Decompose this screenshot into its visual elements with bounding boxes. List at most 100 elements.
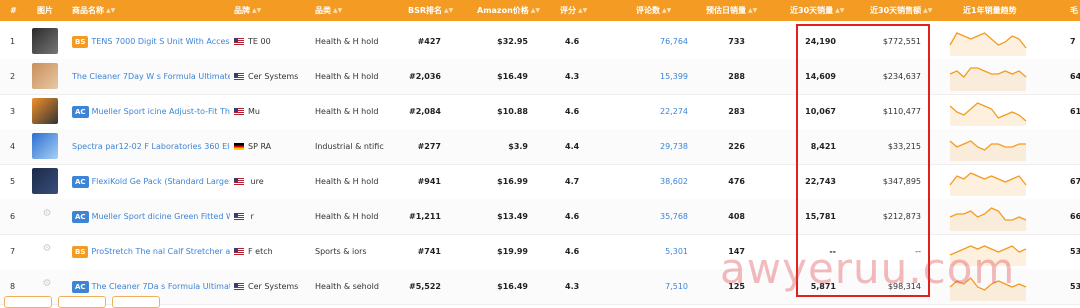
brand-name: SP RA bbox=[248, 142, 272, 151]
col-price-header[interactable]: Amazon价格 ▲▼ bbox=[477, 0, 540, 21]
sort-icon: ▲▼ bbox=[444, 7, 454, 14]
rating-cell: 4.3 bbox=[565, 282, 580, 291]
category-cell: Health & sehold bbox=[315, 282, 379, 291]
product-title-link[interactable]: ProStretch The nal Calf Stretcher and bbox=[91, 247, 230, 256]
sort-icon: ▲▼ bbox=[662, 7, 672, 14]
brand-name: TE 00 bbox=[248, 37, 271, 46]
trend-sparkline bbox=[949, 207, 1027, 231]
category-cell: Health & H hold bbox=[315, 107, 379, 116]
product-title-cell[interactable]: BS TENS 7000 Digit S Unit With Access bbox=[72, 24, 230, 59]
rating-cell: 4.6 bbox=[565, 107, 580, 116]
sort-icon: ▲▼ bbox=[748, 7, 758, 14]
row-index: 5 bbox=[10, 177, 16, 186]
amazon-choice-badge: AC bbox=[72, 280, 89, 293]
extra-cell: 53 bbox=[1070, 247, 1080, 256]
rating-cell: 4.6 bbox=[565, 247, 580, 256]
reviews-link[interactable]: 35,768 bbox=[620, 199, 688, 234]
product-title-cell[interactable]: AC FlexiKold Ge Pack (Standard Large: 1( bbox=[72, 164, 230, 199]
daily-sales-cell: 283 bbox=[728, 107, 745, 116]
daily-sales-cell: 288 bbox=[728, 72, 745, 81]
trend-area bbox=[950, 68, 1026, 91]
product-title-link[interactable]: The Cleaner 7Da s Formula Ultimate bbox=[92, 282, 230, 291]
trend-area bbox=[950, 173, 1026, 196]
extra-cell: 64 bbox=[1070, 72, 1080, 81]
product-title-link[interactable]: TENS 7000 Digit S Unit With Access bbox=[91, 37, 230, 46]
germany-flag-icon bbox=[234, 143, 244, 150]
sort-icon: ▲▼ bbox=[333, 7, 343, 14]
row-index: 2 bbox=[10, 72, 16, 81]
extra-cell: 7 bbox=[1070, 37, 1076, 46]
product-title-link[interactable]: Mueller Sport dicine Green Fitted Wrist bbox=[92, 212, 230, 221]
brand-cell: Cer Systems bbox=[234, 269, 310, 304]
product-title-cell[interactable]: Spectra par12-02 F Laboratories 360 Elec… bbox=[72, 129, 230, 164]
category-cell: Sports & iors bbox=[315, 247, 367, 256]
amazon-choice-badge: AC bbox=[72, 210, 89, 223]
reviews-link[interactable]: 7,510 bbox=[620, 269, 688, 304]
col-rating-header[interactable]: 评分 ▲▼ bbox=[560, 0, 587, 21]
col-daily-header[interactable]: 预估日销量 ▲▼ bbox=[706, 0, 757, 21]
reviews-link[interactable]: 22,274 bbox=[620, 94, 688, 129]
rating-cell: 4.7 bbox=[565, 177, 580, 186]
row-index: 7 bbox=[10, 247, 16, 256]
bsr-cell: #2,036 bbox=[408, 72, 441, 81]
sort-icon: ▲▼ bbox=[835, 7, 845, 14]
col-name-header[interactable]: 商品名称 ▲▼ bbox=[72, 0, 115, 21]
row-index: 1 bbox=[10, 37, 16, 46]
product-title-link[interactable]: Mueller Sport icine Adjust-to-Fit Thum bbox=[92, 107, 230, 116]
reviews-link[interactable]: 76,764 bbox=[620, 24, 688, 59]
product-image[interactable] bbox=[32, 28, 58, 54]
brand-cell: Cer Systems bbox=[234, 59, 310, 94]
col-reviews-header[interactable]: 评论数 ▲▼ bbox=[636, 0, 671, 21]
image-placeholder-icon: ⚙ bbox=[42, 278, 52, 289]
brand-name: ure bbox=[248, 177, 264, 186]
price-cell: $16.49 bbox=[497, 282, 528, 291]
brand-name: F etch bbox=[248, 247, 273, 256]
col-bsr-header[interactable]: BSR排名 ▲▼ bbox=[408, 0, 453, 21]
reviews-link[interactable]: 29,738 bbox=[620, 129, 688, 164]
product-title-cell[interactable]: ACMueller Sport dicine Green Fitted Wris… bbox=[72, 199, 230, 234]
extra-cell: 67 bbox=[1070, 177, 1080, 186]
product-image[interactable] bbox=[32, 168, 58, 194]
price-cell: $13.49 bbox=[497, 212, 528, 221]
product-title-link[interactable]: Spectra par12-02 F Laboratories 360 Elec… bbox=[72, 142, 230, 151]
footer-button[interactable] bbox=[58, 296, 106, 308]
product-title-link[interactable]: FlexiKold Ge Pack (Standard Large: 1( bbox=[92, 177, 230, 186]
col-category-header[interactable]: 品类 ▲▼ bbox=[315, 0, 342, 21]
row-index: 6 bbox=[10, 212, 16, 221]
brand-cell: TE 00 bbox=[234, 24, 310, 59]
trend-sparkline bbox=[949, 32, 1027, 56]
us-flag-icon bbox=[234, 283, 244, 290]
product-image[interactable] bbox=[32, 63, 58, 89]
best-seller-badge: BS bbox=[72, 245, 89, 258]
reviews-link[interactable]: 5,301 bbox=[620, 234, 688, 269]
product-title-link[interactable]: The Cleaner 7Day W s Formula Ultimate Bo bbox=[72, 72, 230, 81]
us-flag-icon bbox=[234, 38, 244, 45]
col-rev30-header[interactable]: 近30天销售额 ▲▼ bbox=[870, 0, 932, 21]
category-cell: Health & H hold bbox=[315, 72, 379, 81]
product-title-cell[interactable]: AC Mueller Sport icine Adjust-to-Fit Thum bbox=[72, 94, 230, 129]
product-title-cell[interactable]: The Cleaner 7Day W s Formula Ultimate Bo bbox=[72, 59, 230, 94]
footer-button[interactable] bbox=[112, 296, 160, 308]
product-image[interactable] bbox=[32, 133, 58, 159]
sort-icon: ▲▼ bbox=[252, 7, 262, 14]
product-image[interactable] bbox=[32, 98, 58, 124]
col-sales30-header[interactable]: 近30天销量 ▲▼ bbox=[790, 0, 844, 21]
row-index: 3 bbox=[10, 107, 16, 116]
rating-cell: 4.4 bbox=[565, 142, 580, 151]
brand-name: Cer Systems bbox=[248, 72, 299, 81]
col-brand-header[interactable]: 品牌 ▲▼ bbox=[234, 0, 261, 21]
price-cell: $10.88 bbox=[497, 107, 528, 116]
brand-cell: F etch bbox=[234, 234, 310, 269]
bsr-cell: #941 bbox=[417, 177, 441, 186]
reviews-link[interactable]: 38,602 bbox=[620, 164, 688, 199]
col-extra-header: 毛 bbox=[1070, 6, 1078, 15]
reviews-link[interactable]: 15,399 bbox=[620, 59, 688, 94]
footer-button[interactable] bbox=[4, 296, 52, 308]
us-flag-icon bbox=[234, 108, 244, 115]
image-placeholder-icon: ⚙ bbox=[42, 208, 52, 219]
trend-sparkline bbox=[949, 172, 1027, 196]
row-index: 4 bbox=[10, 142, 16, 151]
col-trend-header: 近1年销量趋势 bbox=[963, 6, 1017, 15]
sort-icon: ▲▼ bbox=[106, 7, 116, 14]
product-title-cell[interactable]: BS ProStretch The nal Calf Stretcher and bbox=[72, 234, 230, 269]
